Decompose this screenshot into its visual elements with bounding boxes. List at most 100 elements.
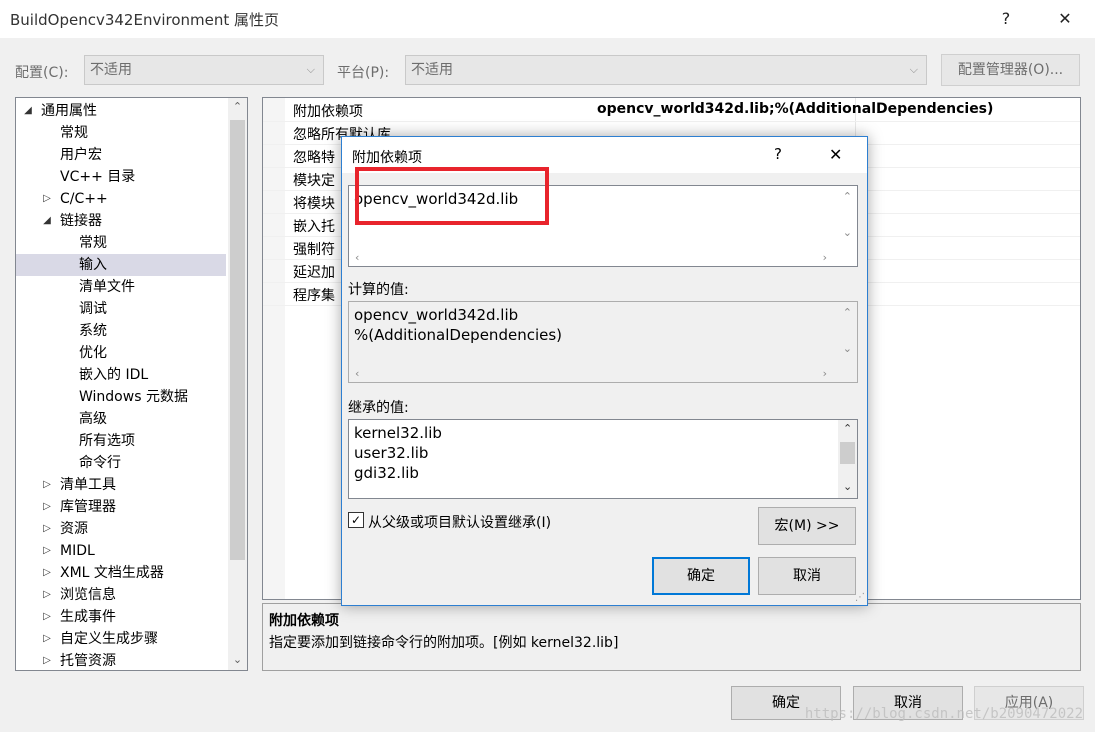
tree-item[interactable]: 所有选项 [16, 430, 226, 452]
tree-item[interactable]: 输入 [16, 254, 226, 276]
tree-item[interactable]: ◢ 链接器 [16, 210, 226, 232]
grid-row-key: 模块定 [293, 173, 335, 189]
dialog-cancel-button[interactable]: 取消 [758, 557, 856, 595]
inherited-values-box: kernel32.lib user32.lib gdi32.lib ⌃ ⌄ [348, 419, 858, 499]
tree-item-label: 通用属性 [41, 103, 97, 119]
scroll-up-icon[interactable]: ⌃ [228, 100, 247, 113]
inherited-scroll-thumb[interactable] [840, 442, 855, 464]
grid-row-additional-dependencies[interactable]: 附加依赖项 opencv_world342d.lib;%(AdditionalD… [263, 99, 1080, 122]
property-tree[interactable]: ◢ 通用属性 常规 用户宏 VC++ 目录 ▷ C/C++ ◢ 链接器 常规 输入 清单文件 调试 系统优… [15, 97, 248, 671]
tree-item[interactable]: ▷ C/C++ [16, 188, 226, 210]
chevron-down-icon: ⌵ [909, 63, 918, 76]
help-icon[interactable]: ? [991, 6, 1021, 32]
grid-row-key: 嵌入托 [293, 219, 335, 235]
inherited-scrollbar[interactable]: ⌃ ⌄ [838, 420, 857, 498]
dialog-title: 附加依赖项 [352, 150, 422, 166]
grid-row-key: 附加依赖项 [293, 104, 363, 120]
tree-item-label: 库管理器 [60, 499, 116, 515]
tree-item[interactable]: ▷ 库管理器 [16, 496, 226, 518]
platform-select[interactable]: 不适用 ⌵ [405, 55, 927, 85]
tree-item[interactable]: ◢ 通用属性 [16, 100, 226, 122]
tree-item-label: XML 文档生成器 [60, 565, 164, 581]
tree-item-label: 托管资源 [60, 653, 116, 669]
config-select[interactable]: 不适用 ⌵ [84, 55, 324, 85]
expand-icon[interactable]: ▷ [41, 562, 53, 584]
tree-item-label: 优化 [79, 345, 107, 361]
expand-icon[interactable]: ▷ [41, 584, 53, 606]
scroll-right-icon[interactable]: › [823, 251, 827, 264]
highlight-annotation [355, 167, 549, 225]
tree-item-label: VC++ 目录 [60, 169, 136, 185]
tree-item-label: 资源 [60, 521, 88, 537]
checkmark-icon: ✓ [350, 513, 362, 527]
tree-item[interactable]: 系统 [16, 320, 226, 342]
config-select-value: 不适用 [90, 62, 132, 78]
collapse-icon[interactable]: ◢ [41, 210, 53, 232]
expand-icon[interactable]: ▷ [41, 606, 53, 628]
tree-item[interactable]: 常规 [16, 232, 226, 254]
tree-item[interactable]: ▷ MIDL [16, 540, 226, 562]
collapse-icon[interactable]: ◢ [22, 100, 34, 122]
tree-item[interactable]: ▷ 资源 [16, 518, 226, 540]
grid-row-key: 程序集 [293, 288, 335, 304]
scroll-up-icon[interactable]: ⌃ [843, 422, 852, 435]
resize-grip-icon[interactable]: ⋰ [855, 592, 865, 603]
chevron-down-icon: ⌵ [306, 63, 315, 76]
scroll-down-icon[interactable]: ⌄ [843, 226, 852, 239]
description-panel: 附加依赖项 指定要添加到链接命令行的附加项。[例如 kernel32.lib] [262, 603, 1081, 671]
tree-item[interactable]: 高级 [16, 408, 226, 430]
scroll-left-icon[interactable]: ‹ [355, 251, 359, 264]
tree-item[interactable]: ▷ 托管资源 [16, 650, 226, 670]
tree-item[interactable]: 调试 [16, 298, 226, 320]
computed-line: %(AdditionalDependencies) [354, 326, 563, 344]
macro-button[interactable]: 宏(M) >> [758, 507, 856, 545]
tree-item[interactable]: 嵌入的 IDL [16, 364, 226, 386]
tree-item[interactable]: 常规 [16, 122, 226, 144]
platform-select-value: 不适用 [411, 62, 453, 78]
tree-item[interactable]: 清单文件 [16, 276, 226, 298]
expand-icon[interactable]: ▷ [41, 628, 53, 650]
tree-item-label: 命令行 [79, 455, 121, 471]
description-title: 附加依赖项 [269, 613, 339, 629]
tree-item[interactable]: ▷ 生成事件 [16, 606, 226, 628]
scroll-down-icon[interactable]: ⌄ [843, 480, 852, 493]
inherited-line: kernel32.lib [354, 424, 442, 442]
close-icon[interactable]: ✕ [1050, 6, 1080, 32]
tree-item-label: 浏览信息 [60, 587, 116, 603]
window-title: BuildOpencv342Environment 属性页 [10, 11, 280, 29]
title-bar: BuildOpencv342Environment 属性页 ? ✕ [0, 0, 1095, 38]
tree-item-label: 清单文件 [79, 279, 135, 295]
expand-icon[interactable]: ▷ [41, 188, 53, 210]
config-manager-button[interactable]: 配置管理器(O)... [941, 54, 1080, 86]
expand-icon[interactable]: ▷ [41, 650, 53, 670]
scroll-left-icon[interactable]: ‹ [355, 367, 359, 380]
expand-icon[interactable]: ▷ [41, 474, 53, 496]
expand-icon[interactable]: ▷ [41, 540, 53, 562]
tree-item[interactable]: ▷ 自定义生成步骤 [16, 628, 226, 650]
tree-item[interactable]: VC++ 目录 [16, 166, 226, 188]
tree-item[interactable]: ▷ 清单工具 [16, 474, 226, 496]
scroll-right-icon[interactable]: › [823, 367, 827, 380]
tree-scroll-thumb[interactable] [230, 120, 245, 560]
tree-item-label: 常规 [60, 125, 88, 141]
tree-item[interactable]: ▷ 浏览信息 [16, 584, 226, 606]
inherit-checkbox[interactable]: ✓ [348, 512, 364, 528]
expand-icon[interactable]: ▷ [41, 518, 53, 540]
tree-item[interactable]: ▷ XML 文档生成器 [16, 562, 226, 584]
inherit-checkbox-label[interactable]: 从父级或项目默认设置继承(I) [368, 512, 551, 532]
tree-item[interactable]: 优化 [16, 342, 226, 364]
dialog-close-icon[interactable]: ✕ [829, 145, 842, 164]
tree-item[interactable]: Windows 元数据 [16, 386, 226, 408]
tree-item[interactable]: 用户宏 [16, 144, 226, 166]
expand-icon[interactable]: ▷ [41, 496, 53, 518]
scroll-down-icon[interactable]: ⌄ [228, 653, 247, 666]
dialog-ok-button[interactable]: 确定 [652, 557, 750, 595]
scroll-up-icon[interactable]: ⌃ [843, 306, 852, 319]
tree-scrollbar[interactable]: ⌃ ⌄ [228, 98, 247, 670]
dialog-help-icon[interactable]: ? [774, 145, 782, 163]
inherited-line: gdi32.lib [354, 464, 419, 482]
scroll-up-icon[interactable]: ⌃ [843, 190, 852, 203]
computed-values-box: opencv_world342d.lib %(AdditionalDepende… [348, 301, 858, 383]
scroll-down-icon[interactable]: ⌄ [843, 342, 852, 355]
tree-item[interactable]: 命令行 [16, 452, 226, 474]
